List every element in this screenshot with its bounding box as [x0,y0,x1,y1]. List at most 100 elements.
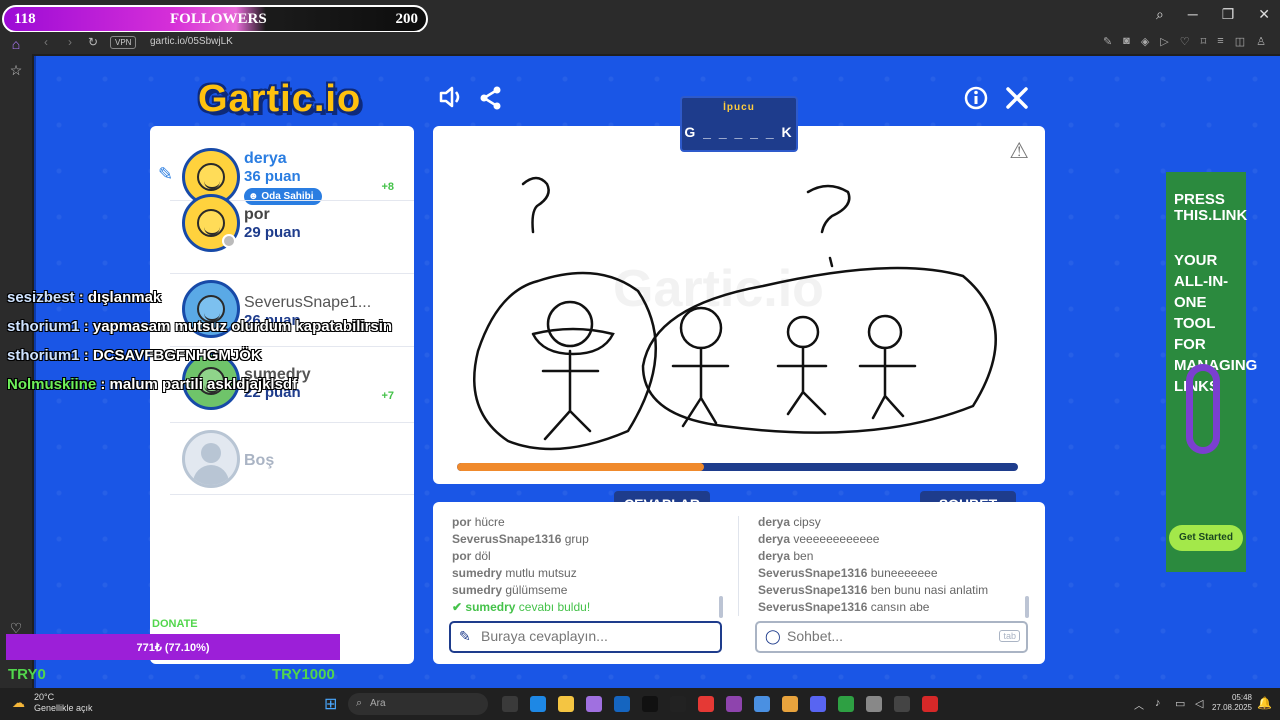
svg-text:Gartic.io: Gartic.io [613,260,824,318]
volume-icon[interactable]: ◁ [1195,697,1203,710]
edit-icon[interactable]: ✎ [1103,35,1112,48]
message-user: sumedry [452,566,503,580]
answer-message: SeverusSnape1316 grup [452,532,589,546]
menu-icon[interactable]: ≡ [1217,35,1223,48]
info-icon[interactable] [964,86,988,117]
answer-input-box[interactable]: ✎ [449,621,722,653]
chat-scrollbar[interactable] [1025,596,1029,618]
gartic-logo: Gartic.io [198,78,362,120]
status-dot [222,234,236,248]
star-icon[interactable]: ☆ [8,62,24,78]
player-points: 36 puan [244,168,301,185]
sound-icon[interactable] [438,84,464,117]
close-game-icon[interactable] [1005,86,1029,117]
player-row[interactable]: SeverusSnape1... 26 puan [150,280,414,354]
url-text[interactable]: gartic.io/05SbwjLK [150,36,233,47]
ad-cta-button[interactable]: Get Started [1169,525,1243,551]
windows-start-icon[interactable]: ⊞ [324,694,337,714]
chat-message: SeverusSnape1316 ben bunu nasi anlatim [758,583,988,597]
minimize-icon[interactable]: ─ [1188,6,1198,23]
taskbar-app-icon[interactable] [670,696,686,712]
taskbar-app-icon[interactable] [502,696,518,712]
ad-brand-line2: THIS.LINK [1174,207,1248,224]
taskbar-app-icon[interactable] [530,696,546,712]
message-user: sumedry [465,600,516,614]
network-icon[interactable]: ▭ [1175,697,1185,710]
close-icon[interactable]: ✕ [1258,6,1270,23]
weather-widget[interactable]: 20°C Genellikle açık [34,692,93,714]
followers-goal-bar: 118 FOLLOWERS 200 [2,5,428,33]
answer-input[interactable] [481,628,671,644]
taskbar-app-icon[interactable] [922,696,938,712]
taskbar-app-icon[interactable] [698,696,714,712]
chat-message: SeverusSnape1316 cansın abe [758,600,929,614]
vpn-badge[interactable]: VPN [110,36,137,49]
player-bonus: +7 [381,390,394,402]
player-name: por [244,206,270,223]
player-row[interactable]: por 29 puan [150,194,414,268]
play-icon[interactable]: ▷ [1160,35,1168,48]
message-text: mutlu mutsuz [505,566,577,580]
chat-input-box[interactable]: ◯ tab [755,621,1028,653]
empty-slot-label: Boş [244,452,275,469]
message-text: cipsy [793,515,821,529]
report-warning-icon[interactable]: ⚠ [1009,138,1029,164]
taskbar-app-icon[interactable] [866,696,882,712]
message-text: döl [474,549,491,563]
followers-label: FOLLOWERS [170,11,267,27]
chat-message: derya ben [758,549,813,563]
overlay-chat-user: sesizbest [7,289,75,306]
taskbar-search[interactable]: Ara [348,693,488,715]
clock[interactable]: 05:48 27.08.2025 [1212,693,1252,713]
home-icon[interactable]: ⌂ [8,36,24,52]
mic-icon[interactable]: ♪ [1155,697,1161,709]
extension-icon[interactable]: ◫ [1235,35,1245,48]
bookmark-icon[interactable]: ⌑ [1201,35,1207,48]
taskbar-app-icon[interactable] [726,696,742,712]
taskbar-app-icon[interactable] [614,696,630,712]
message-text: cevabı buldu! [518,600,591,614]
chat-message: derya veeeeeeeeeeee [758,532,879,546]
notification-icon[interactable]: 🔔 [1257,696,1272,710]
time: 05:48 [1231,693,1252,702]
message-user: SeverusSnape1316 [452,532,562,546]
drawing: Gartic.io [473,176,997,451]
empty-slot: Boş [150,430,414,504]
taskbar-app-icon[interactable] [838,696,854,712]
profile-icon[interactable]: ♙ [1256,35,1266,48]
reload-icon[interactable]: ↻ [88,35,98,49]
taskbar-app-icon[interactable] [782,696,798,712]
player-name: SeverusSnape1... [244,294,372,311]
taskbar-app-icon[interactable] [894,696,910,712]
heart-icon[interactable]: ♡ [1180,35,1190,48]
taskbar-app-icon[interactable] [810,696,826,712]
search-icon[interactable]: ⌕ [1156,6,1164,23]
forward-icon[interactable]: › [68,35,72,49]
back-icon[interactable]: ‹ [44,35,48,49]
advertisement[interactable]: PRESS THIS.LINK YOUR ALL-IN-ONE TOOL FOR … [1166,172,1257,572]
taskbar-app-icon[interactable] [586,696,602,712]
share-icon[interactable] [479,86,503,117]
drawing-canvas[interactable]: Gartic.io ⚠ [433,126,1045,484]
tray-chevron-icon[interactable]: ︿ [1134,697,1144,712]
answers-scrollbar[interactable] [719,596,723,618]
message-text: gülümseme [505,583,568,597]
taskbar-app-icon[interactable] [642,696,658,712]
chat-input[interactable] [787,628,977,644]
camera-icon[interactable]: ◙ [1123,35,1130,48]
answer-message: sumedry mutlu mutsuz [452,566,577,580]
round-timer-fill [457,463,704,471]
message-user: SeverusSnape1316 [758,566,868,580]
ad-brand: PRESS THIS.LINK [1174,191,1247,224]
message-text: grup [564,532,589,546]
taskbar-app-icon[interactable] [754,696,770,712]
divider [170,422,414,423]
shield-icon[interactable]: ◈ [1141,35,1149,48]
donate-min: TRY0 [8,666,46,683]
taskbar-app-icon[interactable] [558,696,574,712]
overlay-chat-text: : dışlanmak [78,289,162,306]
ad-brand-line1: PRESS [1174,191,1225,208]
weather-text: Genellikle açık [34,703,93,713]
restore-icon[interactable]: ❐ [1222,6,1235,23]
message-user: SeverusSnape1316 [758,600,868,614]
